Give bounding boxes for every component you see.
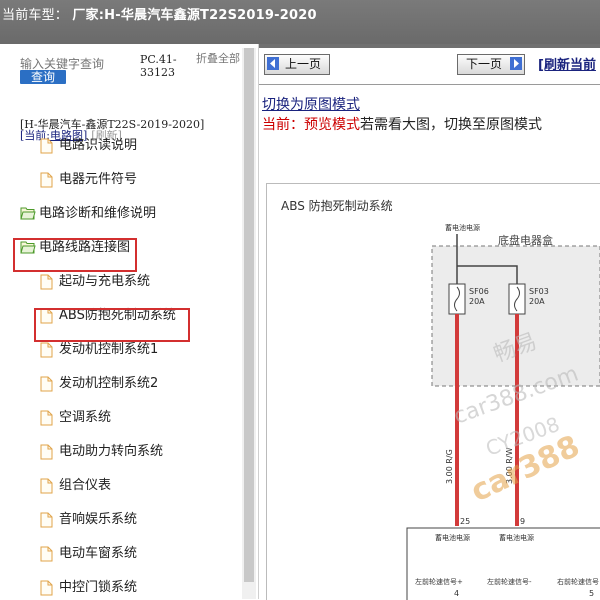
left-arrow-icon bbox=[267, 57, 279, 70]
search-button[interactable]: 查询 bbox=[20, 70, 66, 84]
switch-original-mode-link[interactable]: 切换为原图模式 bbox=[262, 94, 360, 114]
document-icon bbox=[40, 342, 53, 366]
document-icon bbox=[40, 274, 53, 298]
viewer: 上一页 下一页 [刷新当前 切换为原图模式 当前：预览模式若需看大图，切换至原图… bbox=[259, 44, 600, 600]
module-pin-label-2: 蓄电池电源 bbox=[499, 533, 534, 542]
document-icon bbox=[40, 444, 53, 468]
prev-page-button[interactable]: 上一页 bbox=[264, 54, 330, 75]
pin-9: 9 bbox=[520, 517, 525, 526]
document-icon bbox=[40, 376, 53, 400]
battery-power-label: 蓄电池电源 bbox=[445, 223, 480, 232]
pin-25: 25 bbox=[460, 517, 470, 526]
mode-current: 当前：预览模式 bbox=[262, 117, 360, 133]
highlight-box bbox=[34, 308, 190, 342]
document-icon bbox=[40, 580, 53, 599]
fuse-sf06-name: SF06 bbox=[469, 287, 489, 296]
sidebar-scrollbar[interactable] bbox=[242, 48, 256, 599]
wiring-diagram[interactable]: ABS 防抱死制动系统 底盘电器盒 蓄电池电源 SF06 20A SF03 20… bbox=[266, 183, 600, 600]
title-model: 厂家:H-华晨汽车鑫源T22S2019-2020 bbox=[72, 8, 317, 23]
diagram-title: ABS 防抱死制动系统 bbox=[281, 198, 393, 213]
module-bottom-label-3: 右前轮速信号 bbox=[557, 577, 599, 586]
module-pin-label-1: 蓄电池电源 bbox=[435, 533, 470, 542]
highlight-box bbox=[13, 238, 137, 272]
wire-rg-spec: 3.00 R/G bbox=[445, 449, 454, 484]
tree-item-label: 发动机控制系统2 bbox=[59, 376, 159, 391]
sidebar: 查询 PC.41-33123 折叠全部 [H-华晨汽车-鑫源T22S-2019-… bbox=[0, 44, 259, 599]
prev-page-label: 上一页 bbox=[285, 57, 322, 71]
scrollbar-thumb[interactable] bbox=[244, 48, 254, 582]
pin-4: 4 bbox=[454, 589, 459, 598]
window-title: 当前车型： 厂家:H-华晨汽车鑫源T22S2019-2020 bbox=[2, 4, 317, 23]
tree-item-label: 电动车窗系统 bbox=[59, 546, 138, 561]
title-label: 当前车型： bbox=[2, 8, 69, 23]
tree-item-label: 音响娱乐系统 bbox=[59, 512, 138, 527]
tree-item-label: 电路诊断和维修说明 bbox=[39, 206, 157, 221]
diagram-canvas: ABS 防抱死制动系统 底盘电器盒 蓄电池电源 SF06 20A SF03 20… bbox=[281, 198, 600, 600]
document-icon bbox=[40, 546, 53, 570]
catalog-code: PC.41-33123 bbox=[140, 53, 177, 79]
viewer-toolbar: 上一页 下一页 [刷新当前 bbox=[259, 44, 600, 85]
tree-item-label: 电器元件符号 bbox=[59, 172, 138, 187]
document-icon bbox=[40, 478, 53, 502]
pin-5: 5 bbox=[589, 589, 594, 598]
toolbar-band bbox=[259, 44, 600, 48]
next-page-label: 下一页 bbox=[466, 57, 503, 71]
document-icon bbox=[40, 410, 53, 434]
collapse-all-link[interactable]: 折叠全部 bbox=[196, 53, 240, 65]
tree-item-label: 电路识读说明 bbox=[59, 138, 138, 153]
fuse-sf03-name: SF03 bbox=[529, 287, 549, 296]
tree-item-label: 组合仪表 bbox=[59, 478, 112, 493]
refresh-current-link[interactable]: [刷新当前 bbox=[538, 54, 596, 73]
next-page-button[interactable]: 下一页 bbox=[457, 54, 525, 75]
tree-item-label: 空调系统 bbox=[59, 410, 112, 425]
title-bar: 当前车型： 厂家:H-华晨汽车鑫源T22S2019-2020 bbox=[0, 0, 600, 44]
mode-hint: 若需看大图，切换至原图模式 bbox=[360, 117, 542, 133]
tree-item-label: 电动助力转向系统 bbox=[59, 444, 164, 459]
fuse-box-label: 底盘电器盒 bbox=[498, 233, 553, 247]
folder-open-icon bbox=[20, 206, 36, 228]
tree-item-label: 发动机控制系统1 bbox=[59, 342, 159, 357]
mode-status: 当前：预览模式若需看大图，切换至原图模式 bbox=[262, 114, 542, 134]
document-icon bbox=[40, 512, 53, 536]
document-icon bbox=[40, 138, 53, 162]
right-arrow-icon bbox=[510, 57, 522, 70]
fuse-sf03-rating: 20A bbox=[529, 297, 545, 306]
tree-item-label: 起动与充电系统 bbox=[59, 274, 151, 289]
document-icon bbox=[40, 172, 53, 196]
fuse-sf06-rating: 20A bbox=[469, 297, 485, 306]
tree-item-label: 中控门锁系统 bbox=[59, 580, 138, 595]
module-bottom-label-1: 左前轮速信号+ bbox=[415, 577, 463, 586]
module-bottom-label-2: 左前轮速信号- bbox=[487, 577, 532, 586]
